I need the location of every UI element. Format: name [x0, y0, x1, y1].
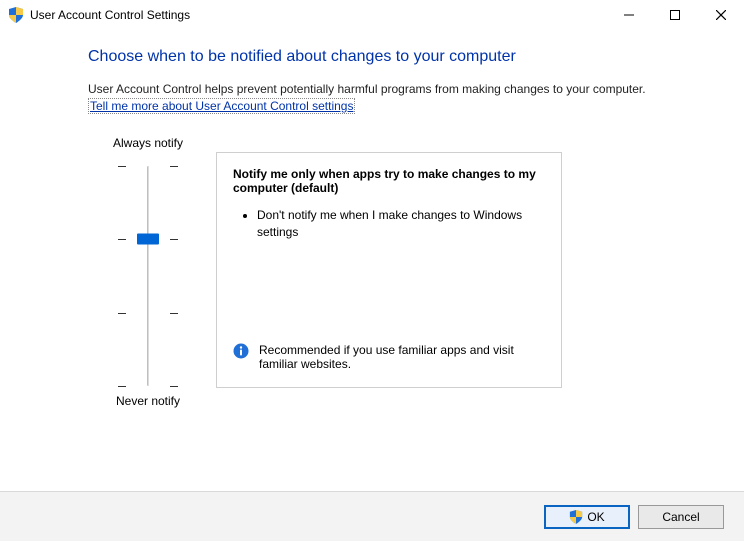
recommendation-row: Recommended if you use familiar apps and…	[233, 343, 545, 371]
slider-top-label: Always notify	[113, 136, 183, 150]
titlebar: User Account Control Settings	[0, 0, 744, 30]
window-title: User Account Control Settings	[30, 8, 190, 22]
slider-column: Always notify Never notify	[88, 136, 208, 418]
minimize-button[interactable]	[606, 0, 652, 30]
recommendation-text: Recommended if you use familiar apps and…	[259, 343, 545, 371]
notification-panel: Notify me only when apps try to make cha…	[216, 152, 562, 388]
close-button[interactable]	[698, 0, 744, 30]
minimize-icon	[624, 10, 634, 20]
slider-thumb[interactable]	[137, 234, 159, 245]
footer: OK Cancel	[0, 491, 744, 541]
page-heading: Choose when to be notified about changes…	[88, 48, 684, 66]
panel-title: Notify me only when apps try to make cha…	[233, 167, 545, 195]
content-area: Choose when to be notified about changes…	[0, 30, 744, 418]
shield-icon	[8, 7, 24, 23]
slider-area: Always notify Never notify Notify me onl…	[88, 136, 684, 418]
info-icon	[233, 343, 249, 359]
ok-button[interactable]: OK	[544, 505, 630, 529]
window-controls	[606, 0, 744, 30]
slider-track	[147, 166, 150, 386]
shield-icon	[569, 510, 583, 524]
maximize-icon	[670, 10, 680, 20]
panel-bullet: Don't notify me when I make changes to W…	[257, 207, 545, 241]
slider-bottom-label: Never notify	[116, 394, 180, 408]
close-icon	[716, 10, 726, 20]
cancel-button-label: Cancel	[662, 510, 699, 524]
notification-slider[interactable]	[118, 166, 178, 386]
cancel-button[interactable]: Cancel	[638, 505, 724, 529]
ok-button-label: OK	[587, 510, 604, 524]
page-description: User Account Control helps prevent poten…	[88, 82, 684, 96]
maximize-button[interactable]	[652, 0, 698, 30]
learn-more-link[interactable]: Tell me more about User Account Control …	[88, 98, 355, 114]
panel-bullets: Don't notify me when I make changes to W…	[257, 207, 545, 241]
